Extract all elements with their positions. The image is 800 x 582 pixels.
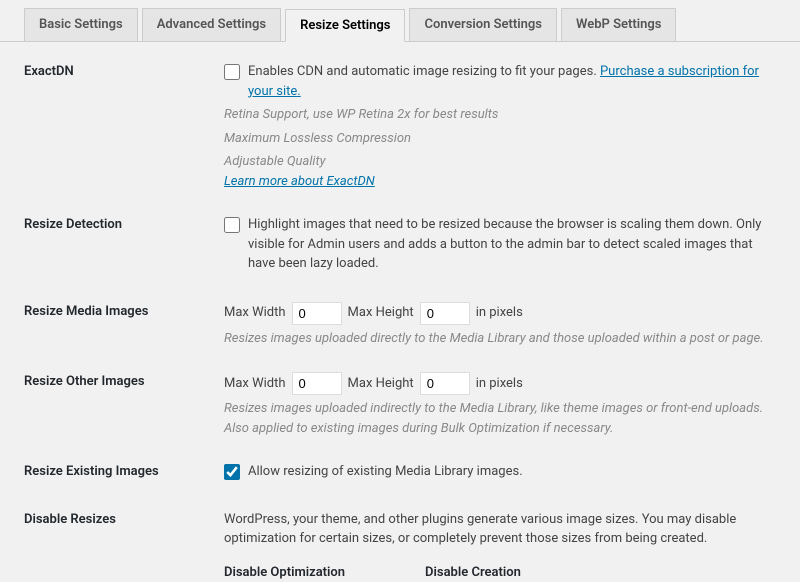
row-resize-detection: Resize Detection Highlight images that n… xyxy=(24,215,776,278)
label-resize-media: Resize Media Images xyxy=(24,302,224,319)
exactdn-desc-lossless: Maximum Lossless Compression xyxy=(224,129,776,149)
col-header-disable-optimization: Disable Optimization xyxy=(224,563,345,582)
resize-media-max-height-label: Max Height xyxy=(348,303,414,323)
link-learn-exactdn[interactable]: Learn more about ExactDN xyxy=(224,174,375,189)
checkbox-exactdn[interactable] xyxy=(224,64,240,80)
resize-detection-text: Highlight images that need to be resized… xyxy=(248,215,776,274)
tab-advanced-settings[interactable]: Advanced Settings xyxy=(142,8,281,41)
input-resize-other-max-height[interactable] xyxy=(420,372,470,395)
checkbox-resize-existing[interactable] xyxy=(224,464,240,480)
row-resize-media: Resize Media Images Max Width Max Height… xyxy=(24,302,776,349)
row-resize-existing: Resize Existing Images Allow resizing of… xyxy=(24,462,776,486)
tab-resize-settings[interactable]: Resize Settings xyxy=(285,9,405,42)
settings-form: ExactDN Enables CDN and automatic image … xyxy=(0,42,800,582)
input-resize-other-max-width[interactable] xyxy=(292,372,342,395)
tab-conversion-settings[interactable]: Conversion Settings xyxy=(409,8,557,41)
resize-other-max-height-label: Max Height xyxy=(348,374,414,394)
tab-basic-settings[interactable]: Basic Settings xyxy=(24,8,138,41)
resize-other-units: in pixels xyxy=(476,374,523,394)
row-resize-other: Resize Other Images Max Width Max Height… xyxy=(24,372,776,438)
settings-tabs: Basic Settings Advanced Settings Resize … xyxy=(0,0,800,42)
exactdn-checkbox-text: Enables CDN and automatic image resizing… xyxy=(248,64,597,79)
resize-existing-text: Allow resizing of existing Media Library… xyxy=(248,462,776,482)
resize-media-max-width-label: Max Width xyxy=(224,303,286,323)
input-resize-media-max-height[interactable] xyxy=(420,302,470,325)
row-exactdn: ExactDN Enables CDN and automatic image … xyxy=(24,62,776,191)
exactdn-desc-quality: Adjustable Quality xyxy=(224,152,776,172)
row-disable-resizes: Disable Resizes WordPress, your theme, a… xyxy=(24,510,776,582)
tab-webp-settings[interactable]: WebP Settings xyxy=(561,8,676,41)
col-header-disable-creation: Disable Creation xyxy=(425,563,521,582)
disable-resizes-desc: WordPress, your theme, and other plugins… xyxy=(224,510,776,549)
resize-other-desc: Resizes images uploaded indirectly to th… xyxy=(224,399,776,438)
checkbox-resize-detection[interactable] xyxy=(224,217,240,233)
exactdn-desc-retina: Retina Support, use WP Retina 2x for bes… xyxy=(224,105,776,125)
label-resize-detection: Resize Detection xyxy=(24,215,224,232)
label-exactdn: ExactDN xyxy=(24,62,224,79)
resize-media-desc: Resizes images uploaded directly to the … xyxy=(224,329,776,349)
label-resize-existing: Resize Existing Images xyxy=(24,462,224,479)
resize-other-max-width-label: Max Width xyxy=(224,374,286,394)
resize-media-units: in pixels xyxy=(476,303,523,323)
input-resize-media-max-width[interactable] xyxy=(292,302,342,325)
label-resize-other: Resize Other Images xyxy=(24,372,224,389)
